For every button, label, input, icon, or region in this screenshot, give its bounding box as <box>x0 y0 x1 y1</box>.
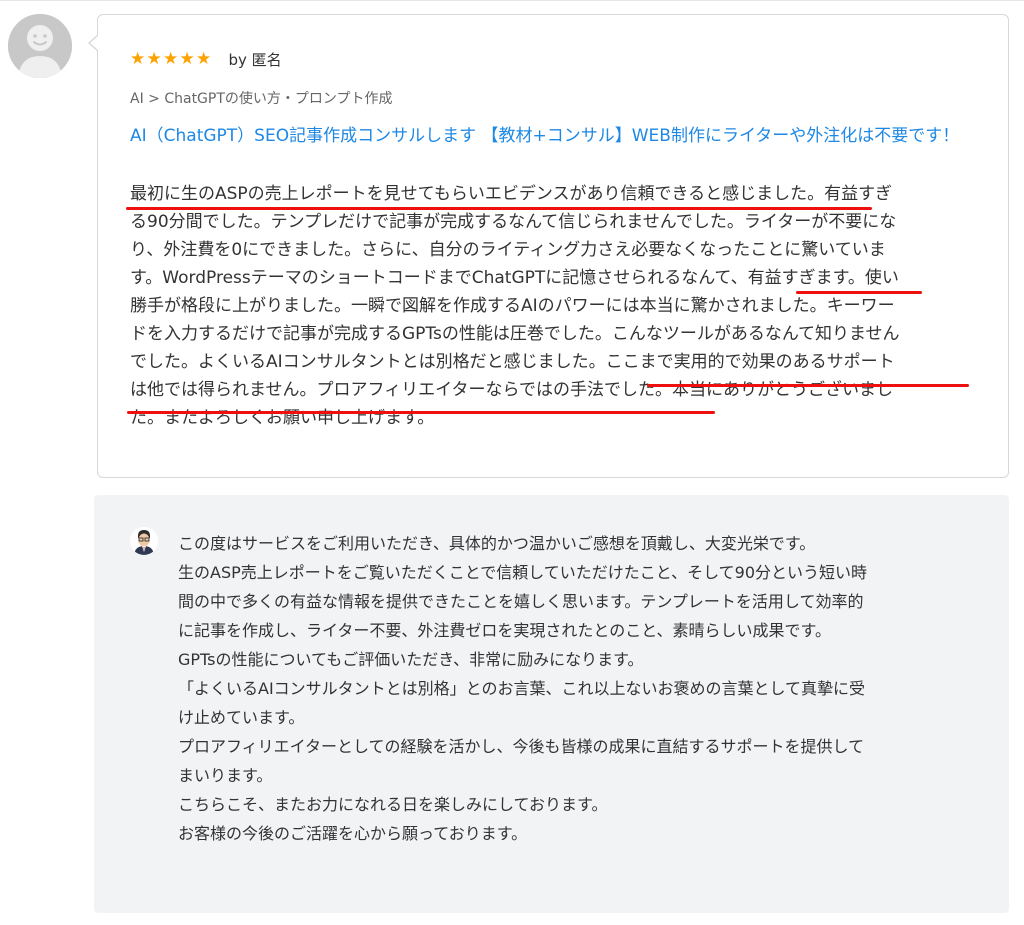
star-icon: ★ <box>146 48 162 69</box>
reply-line: まいります。 <box>178 766 273 785</box>
reply-line: GPTsの性能についてもご評価いただき、非常に励みになります。 <box>178 650 644 669</box>
reply-line: プロアフィリエイターとしての経験を活かし、今後も皆様の成果に直結するサポートを提… <box>178 737 865 756</box>
review-line: 勝手が格段に上がりました。一瞬で図解を作成するAIのパワーには本当に驚かされまし… <box>130 296 895 316</box>
rating-row: ★★★★★ by 匿名 <box>130 48 282 70</box>
seller-avatar-icon <box>130 527 158 555</box>
seller-reply-body: この度はサービスをご利用いただき、具体的かつ温かいご感想を頂戴し、大変光栄です。… <box>178 529 978 848</box>
review-line: た。またよろしくお願い申し上げます。 <box>130 408 435 428</box>
reply-line: 間の中で多くの有益な情報を提供できたことを嬉しく思います。テンプレートを活用して… <box>178 592 864 611</box>
highlight-underline <box>126 207 872 210</box>
review-line: は他では得られません。プロアフィリエイターならではの手法でした。本当にありがとう… <box>130 380 893 400</box>
star-rating: ★★★★★ <box>130 48 213 69</box>
reply-line: け止めています。 <box>178 708 305 727</box>
star-icon: ★ <box>179 48 195 69</box>
star-icon: ★ <box>130 48 146 69</box>
reply-line: 生のASP売上レポートをご覧いただくことで信頼していただけたこと、そして90分と… <box>178 563 868 582</box>
review-author: by 匿名 <box>228 50 282 69</box>
review-line: でした。よくいるAIコンサルタントとは別格だと感じました。ここまで実用的で効果の… <box>130 352 895 372</box>
top-divider <box>0 0 1024 1</box>
bubble-arrow-inner <box>90 35 99 51</box>
review-category: AI > ChatGPTの使い方・プロンプト作成 <box>130 91 393 107</box>
review-line: 最初に生のASPの売上レポートを見せてもらいエビデンスがあり信頼できると感じまし… <box>130 184 893 204</box>
default-user-avatar-icon <box>8 14 72 78</box>
review-line: ドを入力するだけで記事が完成するGPTsの性能は圧巻でした。こんなツールがあるな… <box>130 324 900 344</box>
reply-line: こちらこそ、またお力になれる日を楽しみにしております。 <box>178 795 608 814</box>
review-page: ★★★★★ by 匿名 AI > ChatGPTの使い方・プロンプト作成 AI（… <box>0 0 1024 925</box>
service-title-link[interactable]: AI（ChatGPT）SEO記事作成コンサルします 【教材+コンサル】WEB制作… <box>130 122 985 150</box>
highlight-underline <box>127 411 715 414</box>
reply-line: お客様の今後のご活躍を心から願っております。 <box>178 824 528 843</box>
star-icon: ★ <box>163 48 179 69</box>
review-line: す。WordPressテーマのショートコードまでChatGPTに記憶させられるな… <box>130 268 899 288</box>
reply-line: に記事を作成し、ライター不要、外注費ゼロを実現されたとのこと、素晴らしい成果です… <box>178 621 831 640</box>
star-icon: ★ <box>196 48 212 69</box>
reply-line: 「よくいるAIコンサルタントとは別格」とのお言葉、これ以上ないお褒めの言葉として… <box>178 679 866 698</box>
reply-line: この度はサービスをご利用いただき、具体的かつ温かいご感想を頂戴し、大変光栄です。 <box>178 534 816 553</box>
review-line: り、外注費を0にできました。さらに、自分のライティング力さえ必要なくなったことに… <box>130 240 886 260</box>
review-line: る90分間でした。テンプレだけで記事が完成するなんて信じられませんでした。ライタ… <box>130 212 897 232</box>
review-body: 最初に生のASPの売上レポートを見せてもらいエビデンスがあり信頼できると感じまし… <box>130 180 986 432</box>
highlight-underline <box>796 291 922 294</box>
highlight-underline <box>647 384 969 387</box>
